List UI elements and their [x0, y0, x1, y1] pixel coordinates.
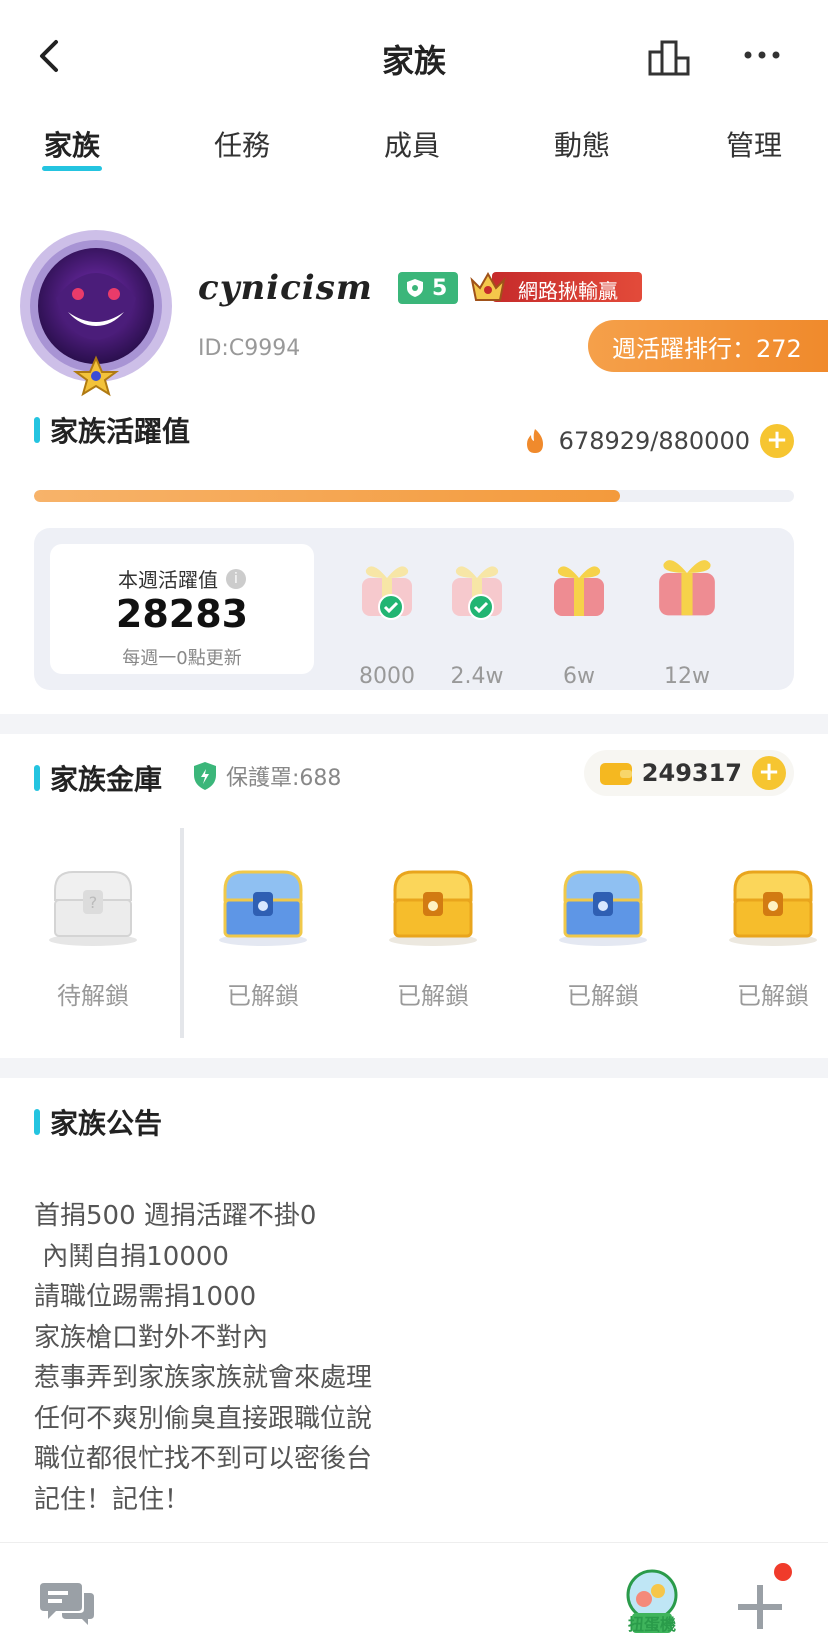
title-badge: 網路揪輸贏: [468, 270, 644, 304]
family-avatar[interactable]: [16, 228, 176, 398]
chest-divider: [180, 828, 184, 1038]
activity-progress-fill: [34, 490, 621, 502]
tab-members[interactable]: 成員: [352, 124, 472, 164]
add-activity-button[interactable]: +: [760, 424, 794, 458]
vault-heading: 家族金庫: [34, 758, 162, 798]
more-dots-icon[interactable]: [740, 40, 784, 70]
gift-reward-4[interactable]: 12w: [632, 552, 742, 689]
blue-chest-icon: [219, 870, 307, 946]
gold-chest-icon: [729, 870, 817, 946]
chat-icon[interactable]: [40, 1579, 94, 1627]
podium-icon[interactable]: [648, 38, 692, 76]
family-announcement: 首捐500 週捐活躍不掛0 內鬨自捐10000 請職位踢需捐1000 家族槍口對…: [34, 1201, 373, 1515]
chest-status: 已解鎖: [397, 982, 469, 1010]
tab-manage[interactable]: 管理: [694, 124, 814, 164]
page-title: 家族: [381, 42, 446, 80]
notification-dot: [774, 1563, 792, 1581]
chest-status: 已解鎖: [567, 982, 639, 1010]
vault-chest-3[interactable]: 已解鎖: [368, 860, 498, 1010]
fire-icon: [526, 429, 543, 453]
gift-threshold: 2.4w: [450, 664, 504, 689]
tab-indicator: [42, 166, 102, 171]
section-marker: [34, 1109, 40, 1135]
vault-chest-5[interactable]: 已解鎖: [708, 860, 828, 1010]
vault-chest-4[interactable]: 已解鎖: [538, 860, 668, 1010]
tab-activity[interactable]: 動態: [522, 124, 642, 164]
vault-chest-1[interactable]: ? 待解鎖: [28, 860, 158, 1010]
family-id: ID:C9994: [198, 336, 301, 361]
check-icon: [378, 594, 404, 620]
gacha-label[interactable]: 扭蛋機: [620, 1611, 684, 1635]
family-profile: cynicism 5 網路揪輸贏 ID:C9994 週活躍排行：272: [0, 228, 828, 398]
level-shield-icon: [407, 279, 423, 297]
info-icon[interactable]: i: [226, 568, 246, 589]
activity-total: 678929/880000 +: [523, 424, 794, 458]
protection-shield: 保護罩:688: [192, 760, 341, 792]
chest-status: 已解鎖: [227, 982, 299, 1010]
activity-heading-label: 家族活躍值: [50, 415, 191, 448]
weekly-reset-note: 每週一0點更新: [122, 648, 242, 669]
plus-icon[interactable]: [736, 1583, 784, 1631]
chest-status: 已解鎖: [737, 982, 809, 1010]
level-badge: 5: [398, 272, 458, 304]
gift-box-icon: [659, 560, 715, 616]
vault-heading-label: 家族金庫: [50, 763, 163, 796]
shield-icon: [194, 762, 216, 790]
chest-status: 待解鎖: [57, 982, 129, 1010]
locked-chest-icon: ?: [49, 871, 137, 946]
crown-icon: [470, 271, 506, 301]
activity-progress-bar: [34, 490, 794, 502]
family-name: cynicism: [198, 268, 373, 308]
title-badge-label: 網路揪輸贏: [518, 279, 618, 303]
level-value: 5: [432, 275, 448, 301]
weekly-activity-label-text: 本週活躍值: [118, 568, 218, 592]
gold-chest-icon: [389, 870, 477, 946]
gift-box-icon: [554, 566, 604, 616]
wallet-icon: [599, 763, 632, 785]
protection-value: 保護罩:688: [226, 766, 342, 791]
tab-tasks[interactable]: 任務: [182, 124, 302, 164]
notice-heading-label: 家族公告: [50, 1107, 163, 1140]
svg-text:?: ?: [89, 893, 98, 912]
check-icon: [468, 594, 494, 620]
section-marker: [34, 417, 40, 443]
activity-value: 678929/880000: [558, 427, 750, 455]
activity-heading: 家族活躍值: [34, 410, 190, 450]
notice-heading: 家族公告: [34, 1102, 162, 1142]
vault-coins: 249317 +: [583, 750, 794, 796]
top-bar: 家族: [0, 0, 828, 110]
gift-reward-3[interactable]: 6w: [524, 552, 634, 689]
weekly-panel: 本週活躍值 i 28283 每週一0點更新 8000 2.4w 6w 12w: [34, 528, 794, 690]
blue-chest-icon: [559, 870, 647, 946]
weekly-rank-button[interactable]: 週活躍排行：272: [588, 320, 828, 372]
gift-threshold: 12w: [664, 664, 710, 689]
weekly-activity-card: 本週活躍值 i 28283 每週一0點更新: [50, 544, 314, 674]
weekly-activity-value: 28283: [115, 592, 249, 636]
bottom-bar: 扭蛋機: [0, 1542, 828, 1635]
tab-bar: 家族 任務 成員 動態 管理: [0, 118, 828, 178]
section-divider: [0, 714, 828, 734]
tab-family[interactable]: 家族: [12, 124, 132, 164]
gift-threshold: 6w: [563, 664, 595, 689]
section-marker: [34, 765, 40, 791]
gift-reward-2[interactable]: 2.4w: [422, 552, 532, 689]
coins-value: 249317: [641, 759, 742, 787]
vault-chest-2[interactable]: 已解鎖: [198, 860, 328, 1010]
section-divider: [0, 1058, 828, 1078]
weekly-activity-label: 本週活躍值 i: [50, 564, 314, 593]
add-coins-button[interactable]: +: [752, 756, 786, 790]
